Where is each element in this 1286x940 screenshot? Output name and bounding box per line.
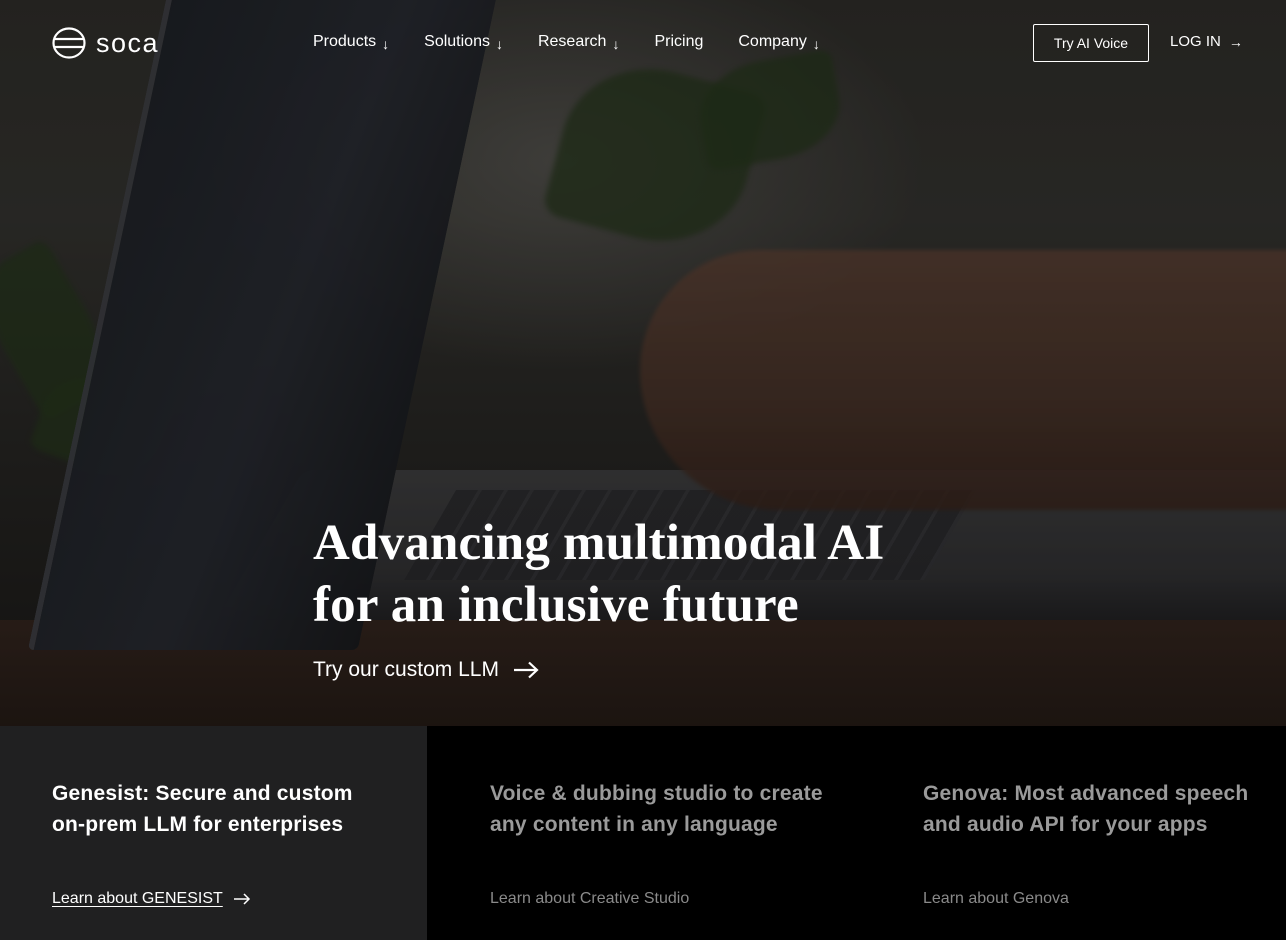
learn-about-genova-link[interactable]: Learn about Genova [923, 890, 1069, 908]
nav-item-label: Company [738, 33, 807, 50]
nav-item-pricing[interactable]: Pricing [654, 33, 703, 51]
card-title-line: any content in any language [490, 813, 778, 836]
learn-about-creative-studio-link[interactable]: Learn about Creative Studio [490, 890, 689, 908]
arrow-right-icon [513, 661, 539, 679]
nav-item-label: Solutions [424, 33, 490, 50]
card-title: Voice & dubbing studio to create any con… [490, 778, 823, 840]
top-navigation: soca Products ↓ Solutions ↓ Research ↓ P… [0, 0, 1286, 86]
card-title-line: on-prem LLM for enterprises [52, 813, 344, 836]
product-card-genova[interactable]: Genova: Most advanced speech and audio A… [860, 726, 1286, 940]
nav-item-solutions[interactable]: Solutions ↓ [424, 33, 503, 52]
card-title: Genesist: Secure and custom on-prem LLM … [52, 778, 353, 840]
brand-logo[interactable]: soca [52, 27, 159, 59]
try-ai-voice-button[interactable]: Try AI Voice [1033, 24, 1149, 62]
arrow-down-icon: ↓ [382, 36, 390, 52]
brand-name: soca [96, 27, 160, 58]
arrow-down-icon: ↓ [812, 36, 820, 52]
card-title-line: Voice & dubbing studio to create [490, 782, 823, 805]
login-label: LOG IN [1170, 33, 1221, 50]
card-title-line: Genesist: Secure and custom [52, 782, 353, 805]
hero-title: Advancing multimodal AI for an inclusive… [313, 512, 1013, 636]
nav-item-label: Products [313, 33, 377, 50]
hero-cta-label: Try our custom LLM [313, 658, 499, 681]
product-card-genesist[interactable]: Genesist: Secure and custom on-prem LLM … [0, 726, 427, 940]
card-title: Genova: Most advanced speech and audio A… [923, 778, 1248, 840]
product-card-creative-studio[interactable]: Voice & dubbing studio to create any con… [427, 726, 860, 940]
card-link-label: Learn about Creative Studio [490, 890, 690, 907]
try-custom-llm-link[interactable]: Try our custom LLM [313, 658, 539, 682]
nav-item-company[interactable]: Company ↓ [738, 33, 820, 52]
soca-logo-icon [52, 27, 86, 59]
nav-menu: Products ↓ Solutions ↓ Research ↓ Pricin… [313, 31, 855, 53]
arrow-right-icon: → [1228, 33, 1243, 50]
card-link-label: Learn about Genova [923, 890, 1069, 907]
login-link[interactable]: LOG IN → [1170, 33, 1243, 50]
learn-about-genesist-link[interactable]: Learn about GENESIST [52, 890, 251, 908]
hero-title-line: for an inclusive future [313, 577, 799, 633]
nav-item-label: Research [537, 33, 607, 50]
card-title-line: and audio API for your apps [923, 813, 1208, 836]
nav-item-label: Pricing [654, 33, 704, 50]
card-title-line: Genova: Most advanced speech [923, 782, 1249, 805]
arrow-down-icon: ↓ [495, 36, 503, 52]
arrow-right-icon [233, 893, 250, 905]
product-cards: Genesist: Secure and custom on-prem LLM … [0, 726, 1286, 940]
hero-title-line: Advancing multimodal AI [313, 515, 885, 571]
arrow-down-icon: ↓ [612, 36, 620, 52]
nav-item-products[interactable]: Products ↓ [313, 33, 390, 52]
nav-item-research[interactable]: Research ↓ [537, 33, 620, 52]
card-link-label: Learn about GENESIST [52, 890, 223, 907]
